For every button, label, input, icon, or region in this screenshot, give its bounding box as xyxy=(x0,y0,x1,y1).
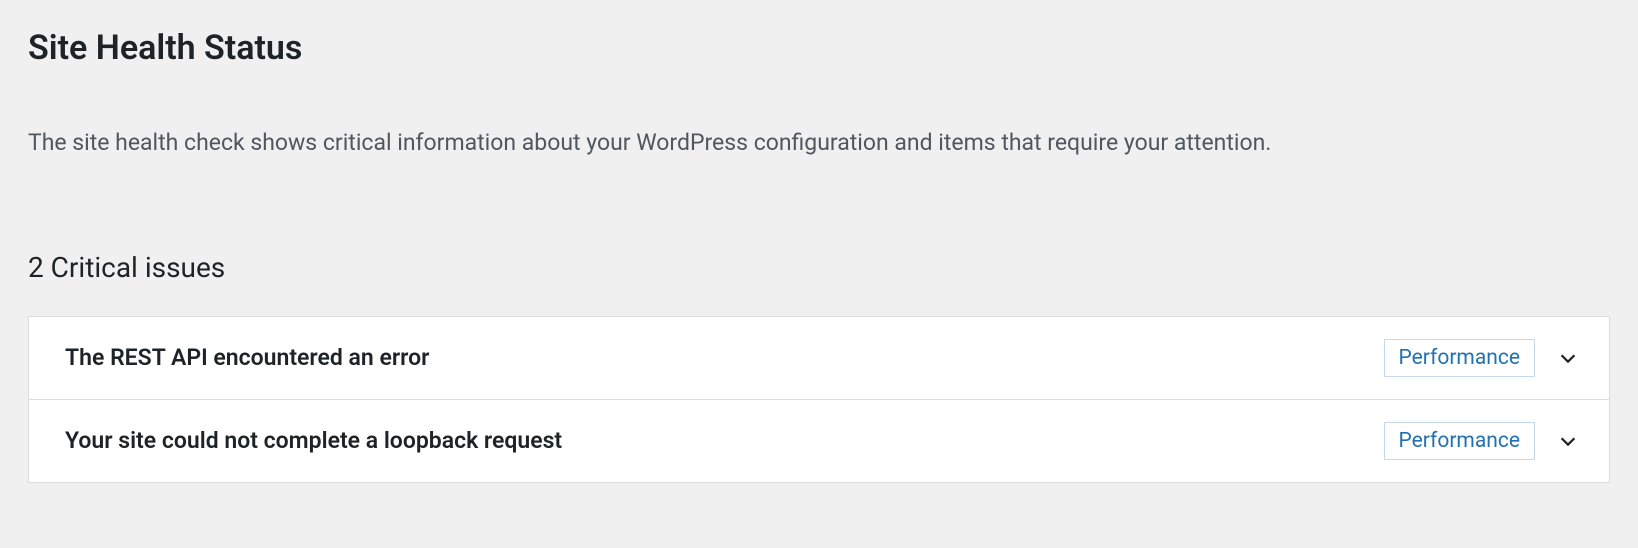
issue-badge: Performance xyxy=(1384,339,1535,377)
issue-row-right: Performance xyxy=(1384,422,1581,460)
issue-row[interactable]: Your site could not complete a loopback … xyxy=(29,399,1609,482)
chevron-down-icon xyxy=(1555,428,1581,454)
critical-issues-heading: 2 Critical issues xyxy=(28,251,1610,284)
page-description: The site health check shows critical inf… xyxy=(28,126,1610,161)
page-title: Site Health Status xyxy=(28,28,1610,68)
critical-issues-list: The REST API encountered an error Perfor… xyxy=(28,316,1610,483)
chevron-down-icon xyxy=(1555,345,1581,371)
issue-title: The REST API encountered an error xyxy=(65,344,429,371)
issue-title: Your site could not complete a loopback … xyxy=(65,427,562,454)
issue-row[interactable]: The REST API encountered an error Perfor… xyxy=(29,317,1609,399)
issue-badge: Performance xyxy=(1384,422,1535,460)
issue-row-right: Performance xyxy=(1384,339,1581,377)
